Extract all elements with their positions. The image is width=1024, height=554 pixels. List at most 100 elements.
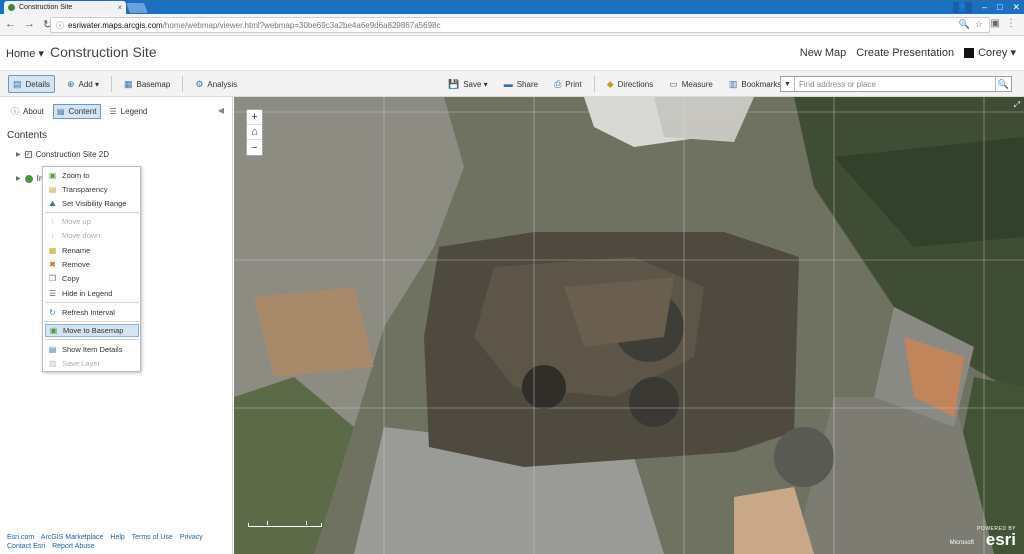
home-menu[interactable]: Home ▾ bbox=[6, 47, 44, 60]
menu-item-rename[interactable]: ▦ Rename bbox=[45, 244, 139, 257]
close-window-button[interactable]: ✕ bbox=[1012, 2, 1020, 13]
menu-item-visibility-range[interactable]: ⛰ Set Visibility Range bbox=[45, 197, 139, 210]
hide-legend-icon: ☰ bbox=[48, 289, 57, 298]
url-field[interactable]: ⓘ esriwater.maps.arcgis.com /home/webmap… bbox=[50, 17, 990, 33]
zoom-in-button[interactable]: + bbox=[247, 110, 262, 125]
layer-checkbox[interactable]: ✓ bbox=[24, 151, 32, 158]
details-label: Details bbox=[25, 79, 50, 89]
browser-tab-bar: Construction Site × 👤 – □ ✕ bbox=[0, 0, 1024, 14]
map-toolbar: ▤ Details ⊕ Add ▾ ▦ Basemap ⚙ Analysis 💾 Save… bbox=[0, 70, 1024, 97]
minimize-button[interactable]: – bbox=[982, 2, 987, 12]
window-controls: 👤 – □ ✕ bbox=[952, 0, 1020, 14]
save-button[interactable]: 💾 Save ▾ bbox=[444, 75, 492, 93]
menu-item-hide-in-legend[interactable]: ☰ Hide in Legend bbox=[45, 287, 139, 300]
toolbar-actions: 💾 Save ▾ ▬ Share ⎙ Print ◆ Directions ▭ Measu… bbox=[444, 75, 785, 93]
basemap-button[interactable]: ▦ Basemap bbox=[120, 75, 174, 93]
directions-button[interactable]: ◆ Directions bbox=[603, 75, 658, 93]
footer-link[interactable]: ArcGIS Marketplace bbox=[41, 534, 104, 541]
footer-link[interactable]: Contact Esri bbox=[7, 543, 45, 550]
zoom-out-button[interactable]: − bbox=[247, 140, 262, 155]
details-button[interactable]: ▤ Details bbox=[8, 75, 55, 93]
expand-icon[interactable]: ▶ bbox=[16, 151, 21, 158]
menu-item-copy[interactable]: ❐ Copy bbox=[45, 272, 139, 285]
tab-about-label: About bbox=[23, 107, 44, 116]
url-host: esriwater.maps.arcgis.com bbox=[68, 20, 163, 30]
esri-logo: POWERED BY esri bbox=[977, 526, 1016, 548]
arrow-up-icon: ↑ bbox=[50, 217, 55, 226]
expand-icon[interactable]: ▶ bbox=[16, 175, 21, 182]
page-header: Home ▾ Construction Site New Map Create … bbox=[0, 36, 1024, 70]
print-label: Print bbox=[565, 79, 582, 89]
menu-item-zoom-to[interactable]: ▣ Zoom to bbox=[45, 169, 139, 182]
forward-icon[interactable]: → bbox=[24, 18, 35, 31]
contents-heading: Contents bbox=[7, 130, 48, 141]
menu-item-remove[interactable]: ✖ Remove bbox=[45, 258, 139, 271]
maximize-button[interactable]: □ bbox=[997, 2, 1002, 12]
footer-link[interactable]: Terms of Use bbox=[132, 534, 173, 541]
footer-link[interactable]: Esri.com bbox=[7, 534, 34, 541]
user-menu[interactable]: Corey ▾ bbox=[964, 46, 1016, 59]
bookmarks-icon: ▥ bbox=[728, 78, 738, 89]
tab-content[interactable]: ▤ Content bbox=[52, 104, 101, 119]
legend-icon: ☰ bbox=[109, 107, 117, 116]
create-presentation-link[interactable]: Create Presentation bbox=[856, 47, 954, 59]
footer-link[interactable]: Help bbox=[110, 534, 124, 541]
bookmark-star-icon[interactable]: ☆ bbox=[975, 19, 983, 30]
info-icon[interactable]: ⓘ bbox=[56, 20, 64, 31]
menu-item-label: Copy bbox=[62, 274, 80, 283]
print-icon: ⎙ bbox=[554, 78, 562, 89]
copy-icon: ❐ bbox=[48, 274, 57, 283]
measure-button[interactable]: ▭ Measure bbox=[665, 75, 717, 93]
search-icon[interactable]: 🔍 bbox=[995, 77, 1011, 91]
menu-item-show-item-details[interactable]: ▤ Show Item Details bbox=[45, 343, 139, 356]
menu-item-label: Show Item Details bbox=[62, 345, 123, 354]
collapse-panel-icon[interactable]: ◀ bbox=[218, 106, 224, 115]
layer-item[interactable]: ▶ ✓ Construction Site 2D bbox=[16, 150, 109, 159]
menu-item-label: Move up bbox=[62, 217, 91, 226]
scale-bar bbox=[248, 521, 322, 527]
bookmarks-label: Bookmarks bbox=[741, 79, 782, 89]
menu-item-refresh-interval[interactable]: ↻ Refresh Interval bbox=[45, 306, 139, 319]
share-label: Share bbox=[516, 79, 539, 89]
transparency-icon: ▤ bbox=[48, 185, 57, 194]
tab-about[interactable]: ⓘ About bbox=[8, 104, 47, 119]
bookmarks-button[interactable]: ▥ Bookmarks bbox=[725, 75, 786, 93]
footer-link[interactable]: Privacy bbox=[180, 534, 203, 541]
menu-item-move-up: ↑ Move up bbox=[45, 215, 139, 228]
analysis-button[interactable]: ⚙ Analysis bbox=[191, 75, 241, 93]
rename-icon: ▦ bbox=[48, 246, 57, 255]
map-view[interactable]: + ⌂ − ⤢ Microsoft POWERED BY esri bbox=[234, 97, 1024, 554]
share-button[interactable]: ▬ Share bbox=[500, 75, 542, 93]
back-icon[interactable]: ← bbox=[5, 18, 16, 31]
menu-item-label: Set Visibility Range bbox=[62, 199, 127, 208]
menu-item-transparency[interactable]: ▤ Transparency bbox=[45, 183, 139, 196]
tab-close-icon[interactable]: × bbox=[117, 3, 122, 12]
add-icon: ⊕ bbox=[66, 78, 75, 89]
tab-legend-label: Legend bbox=[120, 107, 148, 116]
menu-divider bbox=[45, 302, 139, 303]
new-map-link[interactable]: New Map bbox=[800, 47, 846, 59]
search-source-dropdown-icon[interactable]: ▼ bbox=[781, 77, 795, 91]
browser-tab[interactable]: Construction Site × bbox=[4, 1, 126, 14]
menu-item-move-down: ↓ Move down bbox=[45, 229, 139, 242]
menu-divider bbox=[45, 321, 139, 322]
extension-icon[interactable]: ▣ bbox=[991, 18, 1000, 29]
search-input[interactable] bbox=[795, 79, 985, 89]
fullscreen-icon[interactable]: ⤢ bbox=[1014, 100, 1020, 110]
footer-link[interactable]: Report Abuse bbox=[52, 543, 94, 550]
refresh-icon: ↻ bbox=[49, 308, 56, 317]
browser-user-icon[interactable]: 👤 bbox=[952, 1, 972, 13]
user-name: Corey ▾ bbox=[978, 47, 1016, 59]
panel-tabs: ⓘ About ▤ Content ☰ Legend bbox=[8, 104, 150, 119]
menu-item-move-to-basemap[interactable]: ▣ Move to Basemap bbox=[45, 324, 139, 337]
toolbar-divider bbox=[593, 76, 595, 92]
zoom-icon[interactable]: 🔍 bbox=[959, 19, 970, 30]
tab-legend[interactable]: ☰ Legend bbox=[107, 104, 151, 119]
new-tab-button[interactable] bbox=[126, 3, 148, 13]
address-bar: ← → ↻ ⓘ esriwater.maps.arcgis.com /home/… bbox=[0, 14, 1024, 36]
home-extent-icon[interactable]: ⌂ bbox=[247, 125, 262, 140]
browser-menu-icon[interactable]: ⋮ bbox=[1006, 18, 1016, 29]
layer-name: Construction Site 2D bbox=[35, 150, 109, 159]
add-button[interactable]: ⊕ Add ▾ bbox=[63, 75, 103, 93]
print-button[interactable]: ⎙ Print bbox=[550, 75, 586, 93]
